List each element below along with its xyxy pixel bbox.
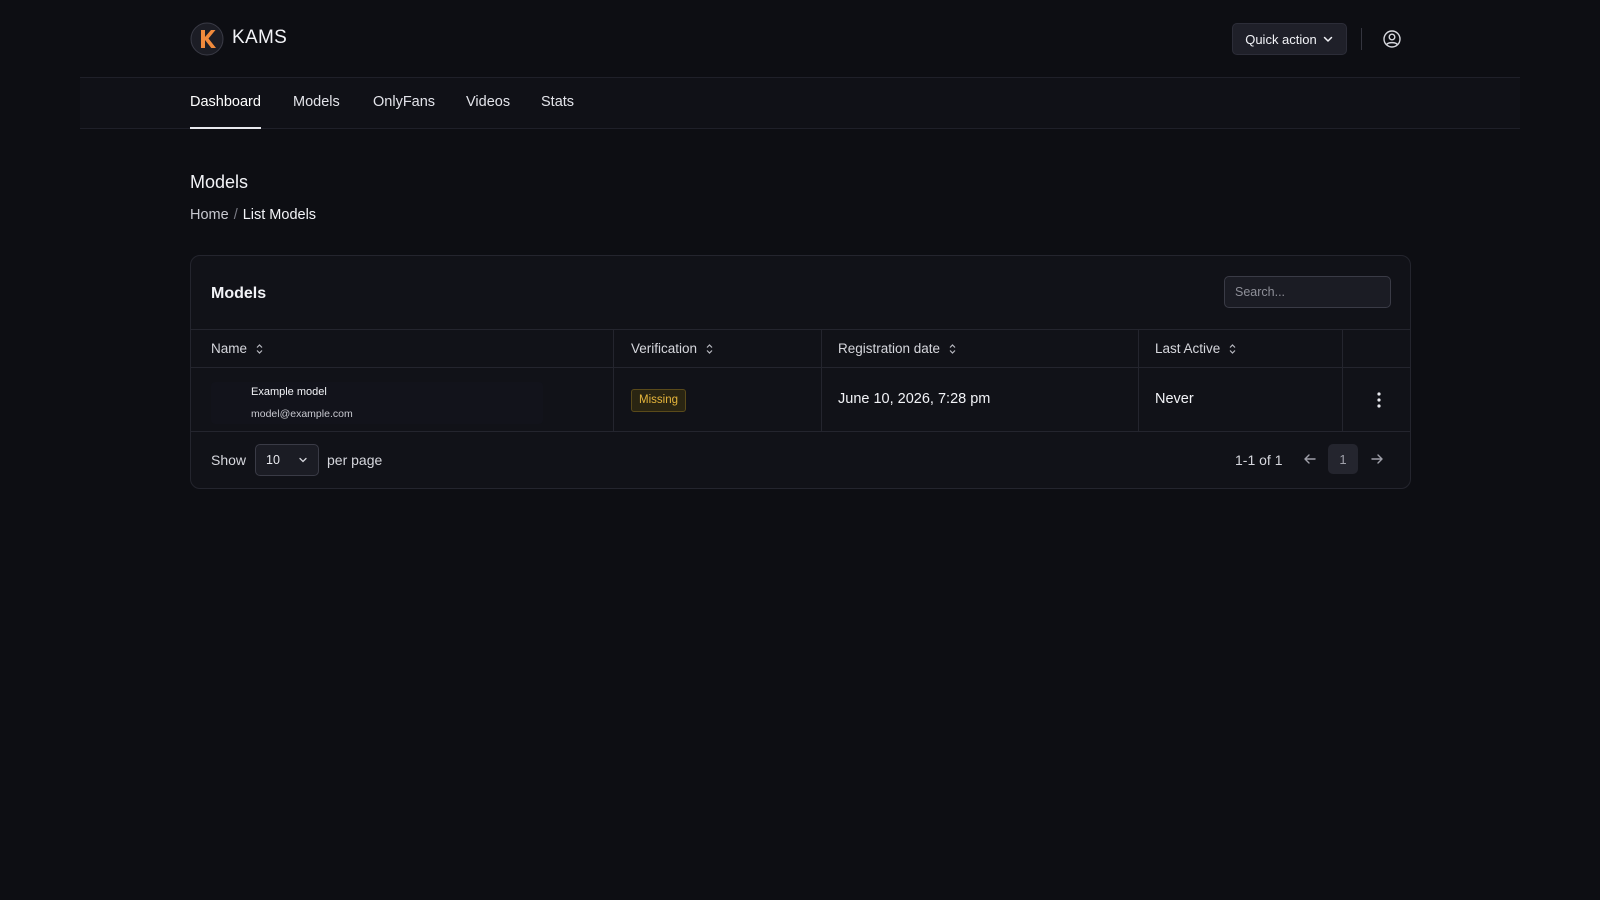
- breadcrumb-separator: /: [233, 207, 238, 223]
- model-name-cell[interactable]: Example model model@example.com: [211, 382, 543, 424]
- page-button[interactable]: 1: [1328, 444, 1358, 474]
- breadcrumb: Home / List Models: [190, 207, 316, 223]
- model-email: model@example.com: [251, 408, 353, 420]
- column-label-verification: Verification: [631, 341, 698, 356]
- models-card: Models Name Verification Registration da…: [190, 255, 1411, 489]
- column-header-name[interactable]: Name: [211, 330, 264, 368]
- search-input[interactable]: [1224, 276, 1391, 308]
- show-label: Show: [211, 452, 247, 468]
- column-label-last-active: Last Active: [1155, 341, 1221, 356]
- per-page-label: per page: [327, 452, 383, 468]
- header-divider: [1361, 28, 1362, 50]
- sort-icon: [706, 344, 713, 354]
- sort-icon: [1229, 344, 1236, 354]
- per-page-value: 10: [266, 453, 280, 467]
- per-page-select[interactable]: 10: [255, 444, 319, 476]
- top-bar: KAMS Quick action: [0, 0, 1600, 77]
- card-title: Models: [211, 285, 267, 302]
- column-header-verification[interactable]: Verification: [631, 330, 714, 368]
- nav-item-videos[interactable]: Videos: [466, 78, 510, 129]
- last-active: Never: [1155, 391, 1194, 407]
- page-title: Models: [190, 172, 249, 192]
- column-header-last-active[interactable]: Last Active: [1155, 330, 1237, 368]
- nav-item-stats[interactable]: Stats: [541, 78, 574, 129]
- verification-status-badge: Missing: [631, 389, 686, 412]
- app-name: KAMS: [232, 27, 288, 48]
- sort-icon: [949, 344, 956, 354]
- app-logo[interactable]: [190, 22, 224, 56]
- arrow-left-icon[interactable]: [1301, 450, 1319, 468]
- column-label-registration-date: Registration date: [838, 341, 941, 356]
- breadcrumb-current: List Models: [242, 207, 317, 223]
- nav-item-models[interactable]: Models: [293, 78, 340, 129]
- sort-icon: [256, 344, 263, 354]
- registration-date: June 10, 2026, 7:28 pm: [838, 391, 991, 407]
- quick-action-button[interactable]: Quick action: [1232, 23, 1347, 55]
- column-header-registration-date[interactable]: Registration date: [838, 330, 957, 368]
- pagination-range: 1-1 of 1: [1235, 452, 1283, 468]
- main-nav: Dashboard Models OnlyFans Videos Stats: [80, 77, 1520, 129]
- table-row[interactable]: Example model model@example.com Missing …: [191, 368, 1410, 432]
- quick-action-label: Quick action: [1245, 31, 1317, 47]
- column-label-name: Name: [211, 341, 248, 356]
- nav-item-onlyfans[interactable]: OnlyFans: [373, 78, 435, 129]
- more-options-icon[interactable]: [1373, 390, 1385, 410]
- chevron-down-icon: [1323, 36, 1333, 42]
- breadcrumb-home-link[interactable]: Home: [190, 207, 229, 223]
- table-header: Name Verification Registration date Last…: [191, 329, 1410, 368]
- chevron-down-icon: [299, 457, 307, 463]
- model-name: Example model: [251, 386, 327, 398]
- arrow-right-icon[interactable]: [1368, 450, 1386, 468]
- nav-item-dashboard[interactable]: Dashboard: [190, 78, 261, 129]
- user-account-icon[interactable]: [1382, 29, 1402, 49]
- table-footer: Show 10 per page 1-1 of 1 1: [191, 432, 1410, 488]
